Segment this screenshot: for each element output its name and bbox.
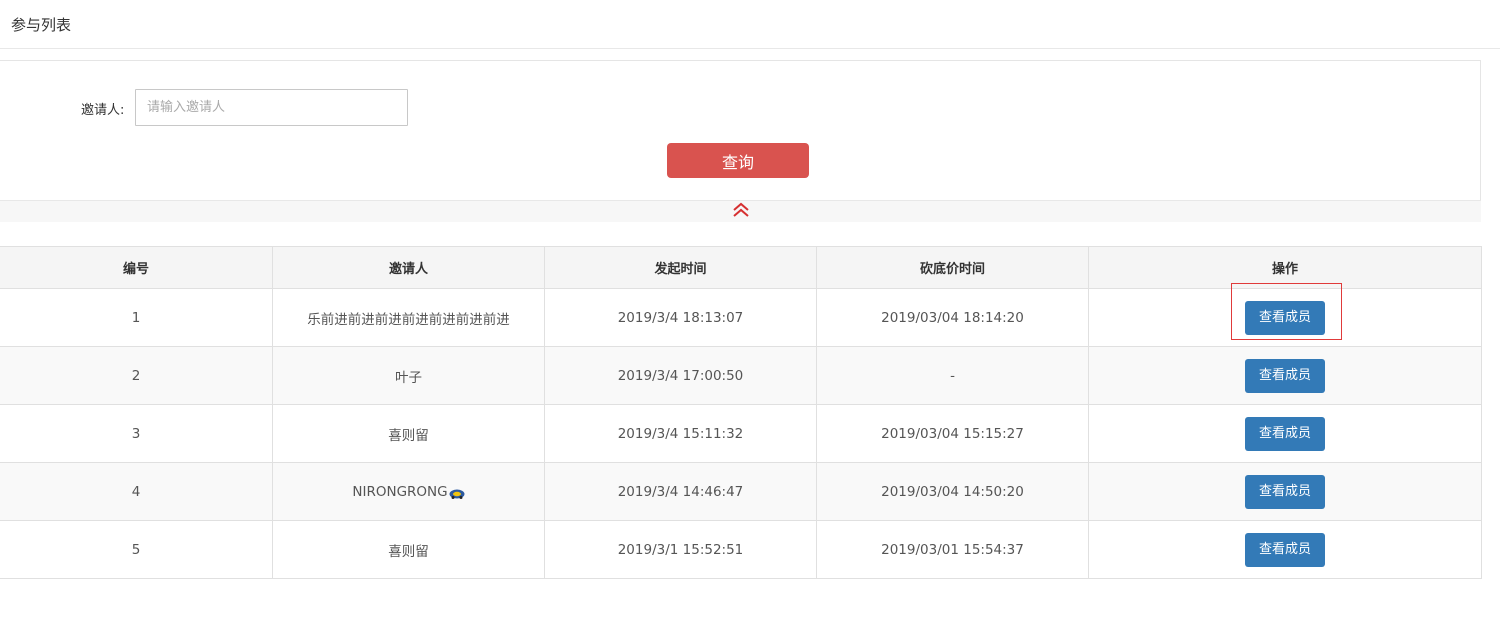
table-header-row: 编号 邀请人 发起时间 砍底价时间 操作 <box>0 246 1482 289</box>
view-members-button[interactable]: 查看成员 <box>1245 474 1325 509</box>
view-members-button[interactable]: 查看成员 <box>1245 358 1325 393</box>
cell-start-time: 2019/3/1 15:52:51 <box>544 520 817 579</box>
column-header-action: 操作 <box>1088 246 1482 289</box>
cell-action: 查看成员 <box>1088 520 1482 579</box>
table-row: 1 乐前进前进前进前进前进前进前进 2019/3/4 18:13:07 2019… <box>0 288 1482 347</box>
car-emoji-icon <box>449 487 465 499</box>
cell-action: 查看成员 <box>1088 404 1482 463</box>
cell-floor-time: 2019/03/01 15:54:37 <box>816 520 1089 579</box>
page-title: 参与列表 <box>11 16 72 34</box>
cell-action: 查看成员 <box>1088 346 1482 405</box>
cell-inviter: 乐前进前进前进前进前进前进前进 <box>272 288 545 347</box>
view-members-button[interactable]: 查看成员 <box>1245 532 1325 567</box>
column-header-floor-time: 砍底价时间 <box>816 246 1089 289</box>
participants-table: 编号 邀请人 发起时间 砍底价时间 操作 1 乐前进前进前进前进前进前进前进 2… <box>0 246 1482 579</box>
table-row: 5 喜则留 2019/3/1 15:52:51 2019/03/01 15:54… <box>0 520 1482 579</box>
cell-id: 4 <box>0 462 273 521</box>
table-row: 3 喜则留 2019/3/4 15:11:32 2019/03/04 15:15… <box>0 404 1482 463</box>
column-header-inviter: 邀请人 <box>272 246 545 289</box>
view-members-button[interactable]: 查看成员 <box>1245 416 1325 451</box>
cell-inviter: NIRONGRONG <box>272 462 545 521</box>
cell-floor-time: 2019/03/04 18:14:20 <box>816 288 1089 347</box>
cell-inviter: 喜则留 <box>272 520 545 579</box>
cell-start-time: 2019/3/4 17:00:50 <box>544 346 817 405</box>
cell-inviter: 喜则留 <box>272 404 545 463</box>
cell-floor-time: 2019/03/04 15:15:27 <box>816 404 1089 463</box>
inviter-name: NIRONGRONG <box>352 483 448 500</box>
column-header-id: 编号 <box>0 246 273 289</box>
table-row: 4 NIRONGRONG 2019/3/4 14:46:47 2019/03/0… <box>0 462 1482 521</box>
cell-id: 2 <box>0 346 273 405</box>
view-members-button[interactable]: 查看成员 <box>1245 300 1325 335</box>
inviter-label: 邀请人: <box>81 103 125 118</box>
title-divider <box>0 48 1500 49</box>
cell-id: 1 <box>0 288 273 347</box>
double-chevron-up-icon[interactable] <box>731 200 751 220</box>
cell-inviter: 叶子 <box>272 346 545 405</box>
search-panel <box>0 60 1481 222</box>
cell-id: 5 <box>0 520 273 579</box>
cell-start-time: 2019/3/4 15:11:32 <box>544 404 817 463</box>
cell-start-time: 2019/3/4 14:46:47 <box>544 462 817 521</box>
cell-action: 查看成员 <box>1088 462 1482 521</box>
cell-floor-time: - <box>816 346 1089 405</box>
query-button[interactable]: 查询 <box>667 143 809 178</box>
column-header-start-time: 发起时间 <box>544 246 817 289</box>
cell-id: 3 <box>0 404 273 463</box>
cell-floor-time: 2019/03/04 14:50:20 <box>816 462 1089 521</box>
cell-start-time: 2019/3/4 18:13:07 <box>544 288 817 347</box>
cell-action: 查看成员 <box>1088 288 1482 347</box>
table-row: 2 叶子 2019/3/4 17:00:50 - 查看成员 <box>0 346 1482 405</box>
inviter-input[interactable] <box>135 89 408 126</box>
